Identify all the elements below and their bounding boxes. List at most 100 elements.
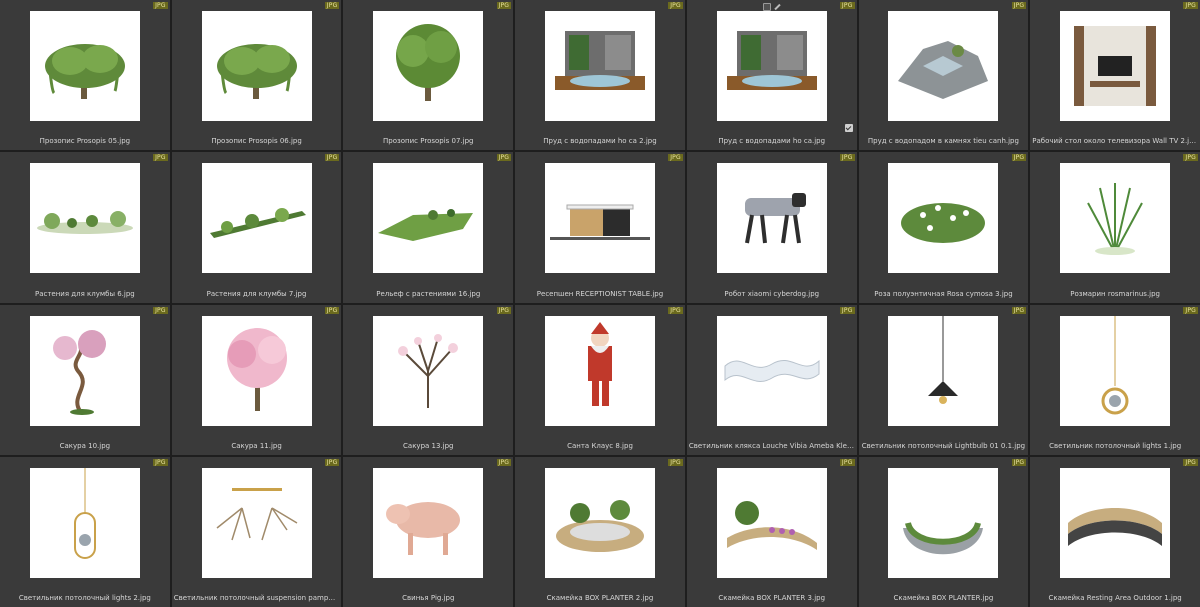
thumbnail-item[interactable]: JPG Роза полуэнтичная Rosa cymosa 3.jpg bbox=[858, 152, 1029, 303]
curved-planter-icon bbox=[726, 500, 817, 550]
grass-relief-icon bbox=[378, 209, 474, 242]
file-type-badge: JPG bbox=[1011, 306, 1027, 314]
round-bench-icon bbox=[555, 499, 644, 552]
thumbnail-item[interactable]: JPG Робот xiaomi cyberdog.jpg bbox=[686, 152, 857, 303]
thumbnail-image bbox=[544, 315, 655, 426]
thumbnail-caption: Скамейка BOX PLANTER.jpg bbox=[893, 594, 994, 602]
thumbnail-item[interactable]: JPG Рабочий стол около телевизора Wall TV… bbox=[1030, 0, 1200, 151]
thumbnail-caption: Пруд с водопадом в камнях tieu canh.jpg bbox=[867, 137, 1019, 146]
file-type-badge: JPG bbox=[1183, 2, 1198, 9]
thumbnail-caption: Прозопис Prosopis 05.jpg bbox=[39, 137, 131, 146]
thumbnail-item[interactable]: JPG Рельеф с растениями 16.jpg bbox=[343, 152, 514, 303]
thumbnail-item[interactable]: JPG Светильник потолочный lights 2.jpg bbox=[0, 456, 170, 607]
reception-desk-icon bbox=[549, 204, 650, 241]
thumbnail-item[interactable]: JPG Розмарин rosmarinus.jpg bbox=[1030, 152, 1200, 303]
file-type-badge: JPG bbox=[324, 154, 340, 162]
thumbnail-item[interactable]: JPG Санта Клаус 8.jpg bbox=[515, 304, 685, 455]
thumbnail-item[interactable]: JPG Скамейка BOX PLANTER.jpg bbox=[858, 456, 1029, 607]
thumbnail-item[interactable]: JPG Пруд с водопадами ho ca.jpg bbox=[686, 0, 857, 151]
thumbnail-item[interactable]: JPG Растения для клумбы 6.jpg bbox=[0, 152, 170, 303]
thumbnail-item[interactable]: JPG Светильник потолочный lights 1.jpg bbox=[1030, 304, 1200, 455]
file-type-badge: JPG bbox=[668, 306, 683, 314]
file-type-badge: JPG bbox=[668, 154, 683, 162]
thumbnail-image bbox=[29, 467, 140, 578]
thumbnail-item[interactable]: JPG Светильник кляксa Louche Vibia Ameba … bbox=[686, 304, 857, 455]
thumbnail-caption: Ресепшен RECEPTIONIST TABLE.jpg bbox=[536, 289, 664, 298]
thumbnail-caption: Сакура 13.jpg bbox=[403, 441, 454, 450]
file-type-badge: JPG bbox=[1183, 306, 1198, 314]
thumbnail-caption: Растения для клумбы 6.jpg bbox=[34, 289, 135, 298]
thumbnail-item[interactable]: JPG Сакура 10.jpg bbox=[0, 304, 170, 455]
pencil-icon[interactable] bbox=[773, 3, 781, 11]
thumbnail-item[interactable]: JPG Сакура 11.jpg bbox=[171, 304, 342, 455]
thumbnail-image bbox=[201, 315, 312, 426]
thumbnail-caption: Санта Клаус 8.jpg bbox=[567, 441, 633, 450]
rose-bush-icon bbox=[901, 203, 986, 244]
thumbnail-image bbox=[716, 11, 827, 121]
thumbnail-caption: Прозопис Prosopis 07.jpg bbox=[383, 137, 474, 146]
thumbnail-item[interactable]: JPG Светильник потолочный suspension pamp… bbox=[171, 456, 342, 607]
hedge-icon bbox=[209, 208, 306, 239]
thumbnail-item[interactable]: JPG Пруд с водопадами ho ca 2.jpg bbox=[515, 0, 685, 151]
thumbnail-item[interactable]: JPG Светильник потолочный Lightbulb 01 0.… bbox=[858, 304, 1029, 455]
checkbox-icon[interactable] bbox=[844, 124, 853, 133]
file-type-badge: JPG bbox=[153, 2, 168, 9]
thumbnail-item[interactable]: JPG Свинья Pig.jpg bbox=[343, 456, 514, 607]
thumbnail-image bbox=[373, 11, 484, 121]
thumbnail-caption: Сакура 10.jpg bbox=[59, 441, 111, 450]
thumbnail-image bbox=[544, 11, 655, 121]
thumbnail-item[interactable]: JPG Прозопис Prosopis 07.jpg bbox=[343, 0, 514, 151]
thumbnail-item[interactable]: JPG Скамейка BOX PLANTER 2.jpg bbox=[515, 456, 685, 607]
thumbnail-image bbox=[544, 163, 655, 274]
thumbnail-image bbox=[1060, 11, 1171, 121]
thumbnail-image bbox=[201, 163, 312, 274]
thumbnail-item[interactable]: JPG Пруд с водопадом в камнях tieu canh.j… bbox=[858, 0, 1029, 151]
file-type-badge: JPG bbox=[496, 154, 512, 162]
bonsai-sakura-icon bbox=[52, 329, 106, 415]
thumbnail-image bbox=[716, 315, 827, 426]
thumbnail-caption: Светильник потолочный lights 2.jpg bbox=[18, 594, 151, 602]
file-type-badge: JPG bbox=[324, 306, 340, 314]
square-icon[interactable] bbox=[762, 3, 771, 11]
rosemary-icon bbox=[1087, 183, 1144, 256]
thumbnail-caption: Розмарин rosmarinus.jpg bbox=[1070, 289, 1161, 298]
thumbnail-image bbox=[888, 467, 999, 578]
file-type-badge: JPG bbox=[839, 458, 855, 466]
thumbnail-caption: Рабочий стол около телевизора Wall TV 2.… bbox=[1032, 137, 1198, 146]
thumbnail-caption: Пруд с водопадами ho ca 2.jpg bbox=[543, 137, 657, 146]
thumbnail-image bbox=[888, 163, 999, 274]
thumbnail-item[interactable]: JPG Ресепшен RECEPTIONIST TABLE.jpg bbox=[515, 152, 685, 303]
pond-waterfall-icon bbox=[726, 31, 817, 90]
thumbnail-item[interactable]: JPG Сакура 13.jpg bbox=[343, 304, 514, 455]
robot-dog-icon bbox=[744, 193, 806, 244]
thumbnail-caption: Пруд с водопадами ho ca.jpg bbox=[718, 137, 826, 146]
capsule-lamp-icon bbox=[73, 467, 96, 559]
u-bench-icon bbox=[903, 521, 984, 554]
file-type-badge: JPG bbox=[153, 154, 168, 162]
sakura-tree-icon bbox=[226, 327, 287, 411]
thumbnail-image bbox=[201, 11, 312, 121]
thumbnail-grid: JPG Прозопис Prosopis 05.jpg JPG Прозопис … bbox=[0, 0, 1200, 607]
file-type-badge: JPG bbox=[839, 306, 855, 314]
thumbnail-item[interactable]: JPG Скамейка BOX PLANTER 3.jpg bbox=[686, 456, 857, 607]
file-type-badge: JPG bbox=[1011, 2, 1027, 9]
thumbnail-image bbox=[1060, 163, 1171, 274]
thumbnail-caption: Робот xiaomi cyberdog.jpg bbox=[724, 289, 820, 298]
curved-bench-icon bbox=[1068, 507, 1163, 546]
file-type-badge: JPG bbox=[496, 2, 512, 9]
thumbnail-image bbox=[373, 163, 484, 274]
thumbnail-item[interactable]: JPG Скамейка Resting Area Outdoor 1.jpg bbox=[1030, 456, 1200, 607]
thumbnail-caption: Прозопис Prosopis 06.jpg bbox=[211, 137, 302, 146]
thumbnail-caption: Скамейка BOX PLANTER 2.jpg bbox=[546, 594, 654, 602]
santa-icon bbox=[587, 321, 612, 406]
file-type-badge: JPG bbox=[1183, 458, 1198, 466]
thumbnail-image bbox=[888, 315, 999, 426]
thumbnail-caption: Светильник потолочный lights 1.jpg bbox=[1049, 441, 1182, 450]
thumbnail-item[interactable]: JPG Прозопис Prosopis 06.jpg bbox=[171, 0, 342, 151]
thumbnail-caption: Светильник потолочный suspension pampa.j… bbox=[173, 594, 340, 602]
thumbnail-item[interactable]: JPG Прозопис Prosopis 05.jpg bbox=[0, 0, 170, 151]
file-type-badge: JPG bbox=[668, 458, 683, 466]
thumbnail-image bbox=[29, 163, 140, 274]
thumbnail-item[interactable]: JPG Растения для клумбы 7.jpg bbox=[171, 152, 342, 303]
pig-icon bbox=[386, 501, 461, 555]
